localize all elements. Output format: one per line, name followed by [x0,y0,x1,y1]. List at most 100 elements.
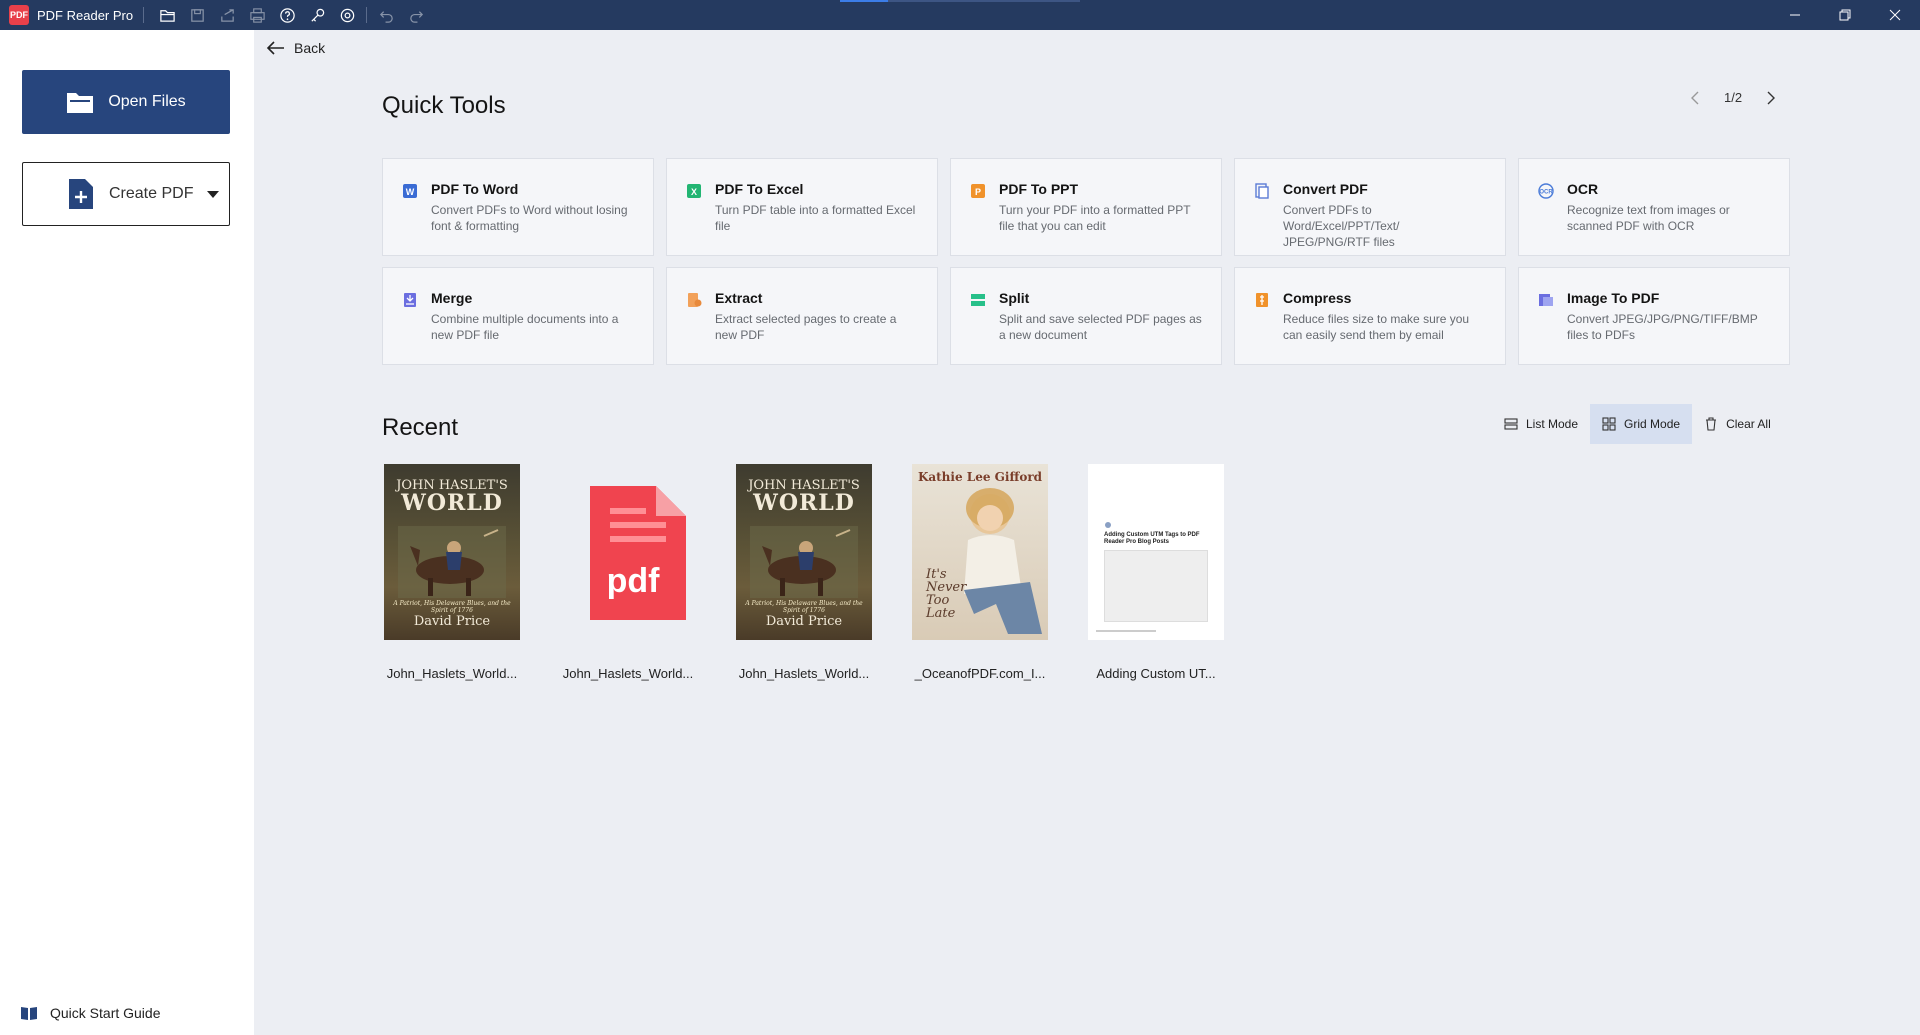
cover-author: David Price [413,614,491,629]
excel-icon: X [685,182,703,200]
tool-card-image-to-pdf[interactable]: Image To PDF Convert JPEG/JPG/PNG/TIFF/BM… [1518,267,1790,365]
sidebar: Open Files Create PDF Quick Start Guide [0,30,254,1035]
view-mode-controls: List Mode Grid Mode Clear All [1492,404,1783,444]
word-icon: W [401,182,419,200]
recent-file-item[interactable]: JOHN HASLET'S WORLD A Patriot, His Delawar… [384,464,520,681]
recent-file-item[interactable]: Adding Custom UTM Tags to PDF Reader Pro… [1088,464,1224,681]
book-cover-thumbnail: JOHN HASLET'S WORLD A Patriot, His Delawar… [384,464,520,640]
tool-description: Split and save selected PDF pages as a n… [999,312,1202,342]
quick-tools-title: Quick Tools [382,92,506,119]
tool-name: Merge [431,290,473,306]
tool-name: Compress [1283,290,1352,306]
tool-card-convert-pdf[interactable]: Convert PDF Convert PDFs to Word/Excel/PP… [1234,158,1506,256]
add-document-icon [69,179,93,209]
recent-file-item[interactable]: Kathie Lee Gifford It's Never Too Late _Oc… [912,464,1048,681]
tool-name: PDF To Word [431,181,519,197]
tool-card-compress[interactable]: Compress Reduce files size to make sure y… [1234,267,1506,365]
compress-icon [1253,291,1271,309]
tool-description: Turn your PDF into a formatted PPT file … [999,203,1191,233]
chevron-right-icon[interactable] [1766,91,1776,105]
open-files-button[interactable]: Open Files [22,70,230,134]
cover-illustration [750,526,858,598]
quick-start-guide-link[interactable]: Quick Start Guide [20,1005,161,1021]
tool-name: PDF To Excel [715,181,804,197]
tool-card-pdf-to-excel[interactable]: X PDF To Excel Turn PDF table into a forma… [666,158,938,256]
chevron-down-icon[interactable] [207,190,220,198]
cover-subtitle: A Patriot, His Delaware Blues, and the S… [393,600,511,614]
tool-description: Convert PDFs to Word/Excel/PPT/Text/ JPE… [1283,203,1400,249]
close-icon[interactable] [1870,0,1920,30]
book-cover-thumbnail: Kathie Lee Gifford It's Never Too Late [912,464,1048,640]
minimize-icon[interactable] [1770,0,1820,30]
pdf-label: pdf [606,562,660,600]
svg-text:X: X [691,187,697,197]
share-icon[interactable] [212,0,242,30]
settings-icon[interactable] [332,0,362,30]
tool-name: PDF To PPT [999,181,1079,197]
book-cover-thumbnail: JOHN HASLET'S WORLD A Patriot, His Delawar… [736,464,872,640]
redo-icon[interactable] [401,0,431,30]
convert-icon [1253,182,1271,200]
tool-description: Convert JPEG/JPG/PNG/TIFF/BMP files to P… [1567,312,1758,342]
tool-name: Split [999,290,1030,306]
document-footer-line [1096,630,1156,632]
recent-file-name: John_Haslets_World... [562,666,694,681]
book-icon [21,1007,37,1020]
quick-tools-grid: W PDF To Word Convert PDFs to Word without… [382,158,1790,365]
merge-icon [401,291,419,309]
ocr-icon: OCR [1537,182,1555,200]
chevron-left-icon[interactable] [1690,91,1700,105]
create-pdf-button[interactable]: Create PDF [22,162,230,226]
tool-card-split[interactable]: Split Split and save selected PDF pages a… [950,267,1222,365]
arrow-left-icon [266,41,284,55]
tool-description: Reduce files size to make sure you can e… [1283,312,1470,342]
restore-icon[interactable] [1820,0,1870,30]
toolbar-divider [143,7,145,23]
tool-text: OCR Recognize text from images or scanned… [1567,181,1773,255]
help-icon[interactable] [272,0,302,30]
open-files-label: Open Files [108,93,186,110]
folder-icon [67,93,94,113]
print-icon[interactable] [242,0,272,30]
tool-text: Image To PDF Convert JPEG/JPG/PNG/TIFF/BM… [1567,290,1773,364]
save-icon[interactable] [182,0,212,30]
svg-text:W: W [406,187,415,197]
recent-title: Recent [382,414,459,441]
tool-card-pdf-to-word[interactable]: W PDF To Word Convert PDFs to Word without… [382,158,654,256]
open-folder-icon[interactable] [152,0,182,30]
recent-file-item[interactable]: pdf John_Haslets_World... [560,464,696,681]
document-thumbnail: Adding Custom UTM Tags to PDF Reader Pro… [1088,464,1224,640]
key-icon[interactable] [302,0,332,30]
clear-all-button[interactable]: Clear All [1692,404,1783,444]
tool-card-extract[interactable]: Extract Extract selected pages to create … [666,267,938,365]
create-pdf-label: Create PDF [109,185,194,202]
list-mode-button[interactable]: List Mode [1492,404,1590,444]
tool-text: Merge Combine multiple documents into a n… [431,290,637,364]
tool-card-pdf-to-ppt[interactable]: P PDF To PPT Turn your PDF into a formatte… [950,158,1222,256]
pdf-file-thumbnail: pdf [560,464,696,640]
tool-name: Extract [715,290,763,306]
tool-description: Combine multiple documents into a new PD… [431,312,619,342]
clear-all-label: Clear All [1726,417,1771,431]
tool-card-ocr[interactable]: OCR OCR Recognize text from images or scan… [1518,158,1790,256]
back-button[interactable]: Back [266,40,325,56]
recent-file-item[interactable]: JOHN HASLET'S WORLD A Patriot, His Delawar… [736,464,872,681]
tool-text: Extract Extract selected pages to create … [715,290,921,364]
title-bar: PDF PDF Reader Pro [0,0,1920,30]
app-logo: PDF [9,5,29,25]
cover-title-line2: WORLD [401,490,503,516]
tool-card-merge[interactable]: Merge Combine multiple documents into a n… [382,267,654,365]
loading-progress-fill [840,0,888,2]
grid-mode-button[interactable]: Grid Mode [1590,404,1693,444]
undo-icon[interactable] [371,0,401,30]
back-label: Back [294,40,326,56]
image-icon [1537,291,1555,309]
tool-description: Recognize text from images or scanned PD… [1567,203,1730,233]
window-controls [1770,0,1920,30]
recent-file-name: John_Haslets_World... [738,666,870,681]
document-title: Adding Custom UTM Tags to PDF Reader Pro… [1104,532,1200,545]
cover-author: David Price [765,614,843,629]
svg-text:OCR: OCR [1539,190,1553,196]
loading-progress-bar [840,0,1080,2]
list-mode-label: List Mode [1526,417,1579,431]
